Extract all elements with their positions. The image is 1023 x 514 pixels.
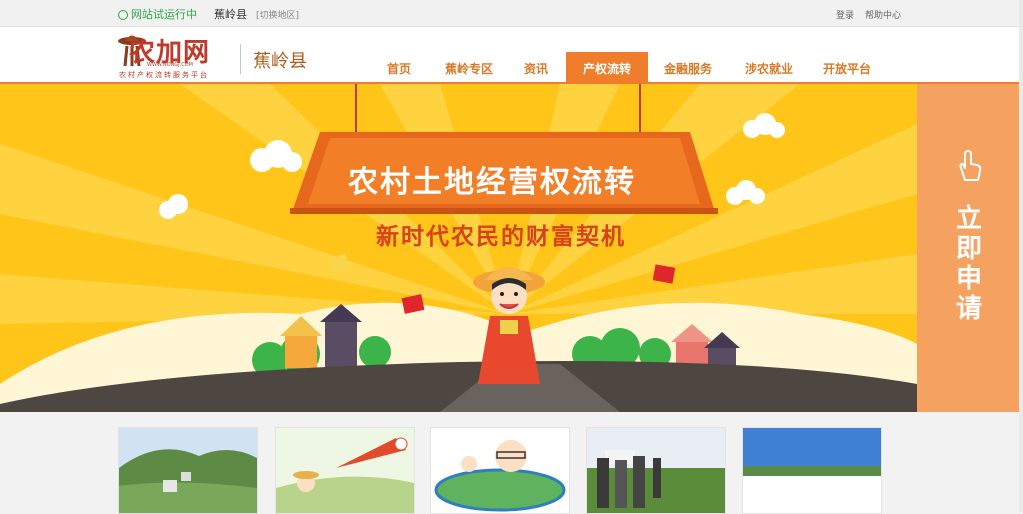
current-county: 蕉岭县 xyxy=(214,8,247,21)
scrollbar-track[interactable] xyxy=(1019,0,1023,512)
nav-property-transfer-label: 产权流转 xyxy=(582,62,631,76)
logo-url: WWW.NONGJ.COM xyxy=(147,62,193,68)
help-center-link[interactable]: 帮助中心 xyxy=(865,8,901,21)
site-status-label: 网站试运行中 xyxy=(131,8,197,21)
nav-property-transfer[interactable]: 产权流转 xyxy=(566,52,648,84)
switch-region-link[interactable]: [切换地区] xyxy=(256,8,299,21)
apply-now-button[interactable]: 立即申请 xyxy=(917,84,1019,412)
top-bar: 网站试运行中 蕉岭县 [切换地区] 登录 帮助中心 xyxy=(0,0,1023,27)
site-logo[interactable]: 农加网 WWW.NONGJ.COM 农村产权流转服务平台 xyxy=(117,32,235,80)
thumbnail-strip xyxy=(118,427,888,514)
header-county-name: 蕉岭县 xyxy=(253,51,307,72)
thumbnail-village[interactable] xyxy=(118,427,258,514)
site-status: 网站试运行中 xyxy=(118,6,197,22)
nav-financial-services[interactable]: 金融服务 xyxy=(648,52,728,84)
header-divider xyxy=(240,44,241,74)
nav-home[interactable]: 首页 xyxy=(366,52,432,84)
thumbnail-people-map[interactable] xyxy=(586,427,726,514)
nav-agri-employment-label: 涉农就业 xyxy=(744,62,793,76)
site-header: 农加网 WWW.NONGJ.COM 农村产权流转服务平台 蕉岭县 首页 蕉岭专区… xyxy=(0,27,1023,84)
thumbnail-cartoon-field[interactable] xyxy=(275,427,415,514)
nav-financial-services-label: 金融服务 xyxy=(663,62,712,76)
nav-agri-employment[interactable]: 涉农就业 xyxy=(728,52,810,84)
hand-pointer-icon xyxy=(959,150,982,181)
apply-now-label: 立即申请 xyxy=(955,204,982,324)
nav-open-platform[interactable]: 开放平台 xyxy=(810,52,884,84)
nav-open-platform-label: 开放平台 xyxy=(822,62,871,76)
nav-jiaoling-zone-label: 蕉岭专区 xyxy=(444,62,493,76)
hero-banner[interactable]: 农村土地经营权流转 新时代农民的财富契机 xyxy=(0,84,917,412)
banner-subtitle: 新时代农民的财富契机 xyxy=(376,223,626,250)
login-link[interactable]: 登录 xyxy=(836,8,854,21)
nav-news-label: 资讯 xyxy=(523,62,548,76)
main-nav: 首页 蕉岭专区 资讯 产权流转 金融服务 涉农就业 开放平台 xyxy=(366,52,884,84)
thumbnail-landscape[interactable] xyxy=(742,427,882,514)
logo-subtitle: 农村产权流转服务平台 xyxy=(119,71,209,79)
status-check-icon xyxy=(118,10,128,20)
banner-title: 农村土地经营权流转 xyxy=(348,165,636,200)
nav-jiaoling-zone[interactable]: 蕉岭专区 xyxy=(432,52,506,84)
thumbnail-policy-cartoon[interactable] xyxy=(430,427,570,514)
nav-news[interactable]: 资讯 xyxy=(506,52,566,84)
nav-home-label: 首页 xyxy=(386,62,411,76)
